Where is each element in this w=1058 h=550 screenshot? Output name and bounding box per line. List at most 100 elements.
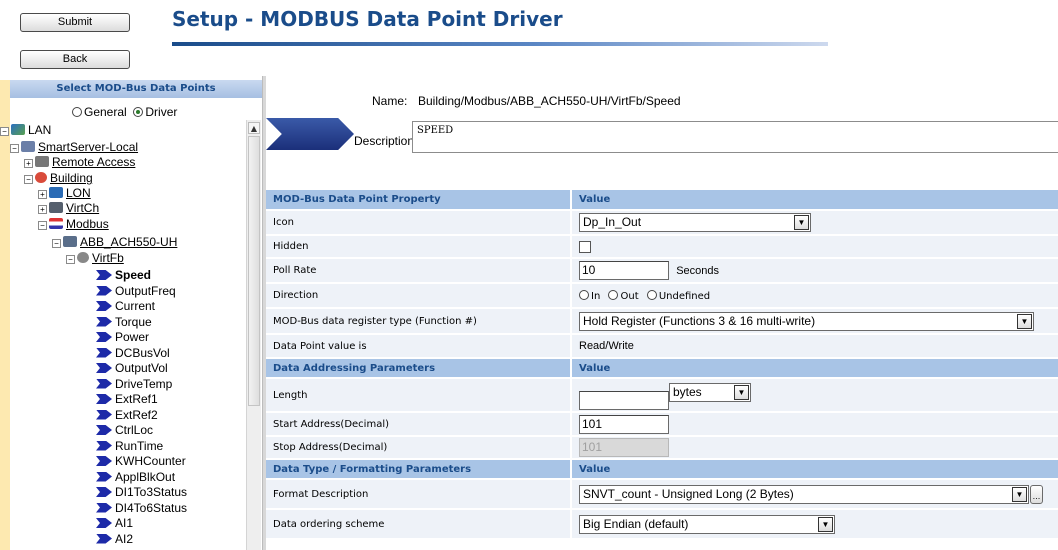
server-icon — [21, 141, 35, 152]
table-row: Icon Dp_In_Out ▼ — [266, 210, 1058, 236]
top-bar: Submit Back Setup - MODBUS Data Point Dr… — [0, 0, 1058, 76]
format-browse-button[interactable]: ... — [1030, 484, 1043, 504]
plus-box-icon[interactable]: + — [24, 159, 33, 168]
chevron-down-icon[interactable]: ▼ — [1017, 313, 1032, 329]
description-field[interactable]: SPEED — [412, 121, 1058, 153]
phone-icon — [35, 156, 49, 167]
tree-node-lan[interactable]: − LAN — [0, 123, 51, 138]
tree-item-data-point[interactable]: DriveTemp — [96, 377, 172, 392]
register-type-select[interactable]: Hold Register (Functions 3 & 16 multi-wr… — [579, 311, 1034, 331]
arrow-icon — [96, 440, 112, 451]
row-label: Length — [266, 378, 572, 413]
select-value: bytes — [673, 384, 702, 399]
table-row: Hidden — [266, 235, 1058, 259]
length-unit-select[interactable]: bytes ▼ — [669, 382, 751, 402]
submit-button[interactable]: Submit — [20, 13, 130, 32]
scroll-up-icon[interactable]: ▲ — [248, 122, 260, 134]
start-address-input[interactable]: 101 — [579, 414, 669, 434]
length-input[interactable] — [579, 390, 669, 410]
lan-icon — [11, 124, 25, 135]
poll-rate-unit: Seconds — [676, 264, 719, 277]
tree-item-data-point[interactable]: ExtRef2 — [96, 408, 158, 423]
tree-label: VirtCh — [66, 201, 100, 215]
column-header-property: Data Addressing Parameters — [266, 358, 572, 379]
column-header-value: Value — [571, 358, 1058, 379]
tree-item-data-point[interactable]: AI1 — [96, 516, 133, 531]
radio-driver[interactable] — [133, 107, 144, 117]
poll-rate-input[interactable]: 10 — [579, 261, 669, 280]
minus-box-icon[interactable]: − — [0, 127, 9, 136]
minus-box-icon[interactable]: − — [24, 175, 33, 184]
tree-node-building[interactable]: − Building — [24, 171, 93, 186]
tree-item-data-point[interactable]: Power — [96, 330, 149, 345]
hidden-checkbox[interactable] — [579, 240, 591, 253]
format-description-select[interactable]: SNVT_count - Unsigned Long (2 Bytes) ▼ — [579, 484, 1029, 504]
plus-box-icon[interactable]: + — [38, 190, 47, 199]
arrow-icon — [96, 518, 112, 528]
tree-label: DI4To6Status — [115, 500, 188, 515]
radio-driver-label: Driver — [145, 105, 178, 119]
data-ordering-select[interactable]: Big Endian (default) ▼ — [579, 514, 835, 534]
row-label: MOD-Bus data register type (Function #) — [266, 308, 572, 335]
tree-item-data-point[interactable]: ExtRef1 — [96, 392, 158, 407]
arrow-icon — [96, 533, 112, 544]
arrow-icon — [96, 316, 112, 327]
tree-item-data-point[interactable]: DI4To6Status — [96, 501, 187, 516]
plus-box-icon[interactable]: + — [38, 205, 47, 214]
tree-item-data-point[interactable]: KWHCounter — [96, 454, 186, 469]
icon-select[interactable]: Dp_In_Out ▼ — [579, 213, 811, 232]
table-row: Direction In Out Undefined — [266, 283, 1058, 309]
name-value: Building/Modbus/ABB_ACH550-UH/VirtFb/Spe… — [418, 94, 681, 108]
tree-item-data-point[interactable]: DCBusVol — [96, 346, 170, 361]
radio-direction-in[interactable] — [579, 289, 589, 300]
chevron-down-icon[interactable]: ▼ — [794, 215, 809, 230]
arrow-icon — [96, 347, 112, 358]
tree-label: ApplBlkOut — [115, 469, 176, 484]
tree-item-data-point[interactable]: AI2 — [96, 532, 133, 547]
tree-item-data-point[interactable]: OutputVol — [96, 361, 168, 376]
radio-direction-out[interactable] — [608, 289, 619, 300]
minus-box-icon[interactable]: − — [38, 221, 47, 230]
chevron-down-icon[interactable]: ▼ — [1012, 486, 1027, 502]
tree-item-data-point[interactable]: RunTime — [96, 439, 163, 454]
table-header: Data Type / Formatting Parameters Value — [266, 459, 1058, 480]
chevron-down-icon[interactable]: ▼ — [734, 384, 749, 400]
arrow-icon — [96, 301, 112, 311]
radio-general[interactable] — [72, 107, 82, 117]
tree-node-virtfb[interactable]: − VirtFb — [66, 251, 124, 266]
table-row: Length bytes ▼ — [266, 378, 1058, 413]
tree-label: CtrlLoc — [115, 423, 154, 437]
radio-general-label: General — [84, 105, 127, 119]
back-button[interactable]: Back — [20, 50, 130, 69]
virtual-channel-icon — [49, 202, 63, 213]
properties-table: MOD-Bus Data Point Property Value Icon D… — [266, 190, 1058, 540]
tree-item-data-point[interactable]: Speed — [96, 268, 151, 283]
tree-scrollbar[interactable]: ▲ — [246, 120, 261, 550]
tree-node-lon[interactable]: + LON — [38, 186, 91, 201]
tree-item-data-point[interactable]: Torque — [96, 315, 152, 330]
tree-node-modbus[interactable]: − Modbus — [38, 217, 109, 232]
tree-label: RunTime — [115, 438, 164, 453]
tree-item-data-point[interactable]: DI1To3Status — [96, 485, 187, 500]
column-header-property: MOD-Bus Data Point Property — [266, 190, 572, 211]
tree-item-data-point[interactable]: CtrlLoc — [96, 423, 153, 438]
minus-box-icon[interactable]: − — [52, 239, 61, 248]
tree-node-virtch[interactable]: + VirtCh — [38, 201, 99, 216]
tree-item-data-point[interactable]: ApplBlkOut — [96, 470, 175, 485]
tree-item-data-point[interactable]: OutputFreq — [96, 284, 176, 299]
minus-box-icon[interactable]: − — [66, 255, 75, 264]
tree-node-device[interactable]: − ABB_ACH550-UH — [52, 235, 177, 250]
radio-label: Out — [620, 290, 639, 302]
tree-node-smartserver[interactable]: − SmartServer-Local — [10, 140, 138, 155]
row-label: Data Point value is — [266, 334, 572, 359]
tree-label: Current — [115, 299, 156, 313]
scrollbar-thumb[interactable] — [248, 136, 260, 406]
radio-direction-undefined[interactable] — [646, 289, 657, 300]
minus-box-icon[interactable]: − — [10, 144, 19, 153]
row-label: Format Description — [266, 479, 572, 510]
tree-item-data-point[interactable]: Current — [96, 299, 155, 314]
tree-label: DI1To3Status — [115, 485, 188, 499]
chevron-down-icon[interactable]: ▼ — [818, 516, 833, 532]
table-row: Data Point value is Read/Write — [266, 334, 1058, 359]
tree-node-remote-access[interactable]: + Remote Access — [24, 155, 135, 170]
